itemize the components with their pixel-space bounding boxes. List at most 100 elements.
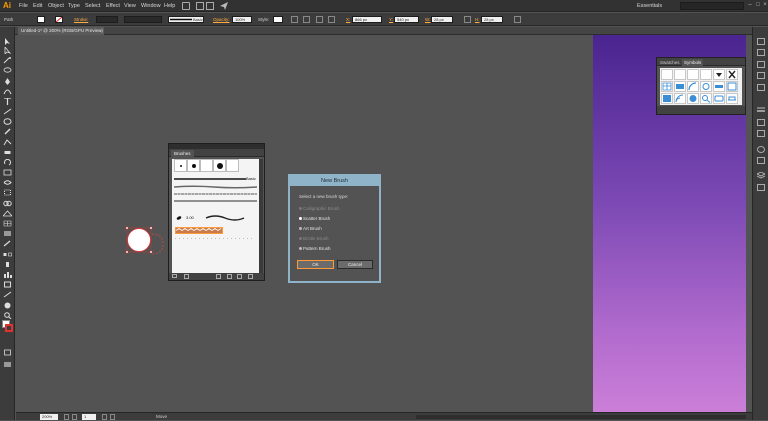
symbol-swatch[interactable] (713, 93, 725, 104)
color-panel-icon[interactable] (757, 38, 765, 45)
remove-brush-stroke-icon[interactable] (184, 274, 189, 279)
brush-dot-medium[interactable] (187, 159, 200, 172)
menu-select[interactable]: Select (85, 0, 100, 12)
dialog-title[interactable]: New Brush (290, 176, 379, 186)
blend-tool-icon[interactable] (3, 251, 12, 258)
scale-tool-icon[interactable] (3, 169, 12, 176)
layers-panel-icon[interactable] (756, 171, 766, 179)
tab-brushes[interactable]: Brushes (171, 150, 194, 157)
scatter-brush-radio[interactable] (299, 217, 302, 220)
color-guide-panel-icon[interactable] (757, 49, 765, 56)
eyedropper-tool-icon[interactable] (3, 240, 12, 247)
symbol-swatch[interactable] (674, 93, 686, 104)
perspective-grid-tool-icon[interactable] (2, 210, 13, 217)
h-field[interactable]: 28 px (481, 16, 503, 23)
artboard-tool-icon[interactable] (3, 281, 12, 288)
artboards-panel-icon[interactable] (757, 184, 765, 191)
fill-swatch[interactable] (37, 16, 45, 23)
zoom-field[interactable]: 200% (40, 414, 58, 420)
new-brush-icon[interactable] (237, 274, 242, 279)
close-icon[interactable]: × (761, 1, 768, 10)
menu-window[interactable]: Window (141, 0, 161, 12)
tab-close-icon[interactable]: × (99, 27, 102, 35)
screen-mode-icon[interactable] (3, 361, 12, 368)
brush-calligraphic-icon[interactable] (176, 215, 182, 221)
search-input[interactable] (680, 2, 744, 10)
graphic-style-swatch[interactable] (273, 16, 283, 23)
align-icon[interactable] (303, 16, 310, 23)
rotate-tool-icon[interactable] (3, 158, 12, 166)
minimize-icon[interactable]: – (746, 1, 754, 10)
transparency-panel-icon[interactable] (757, 130, 765, 137)
selected-circle-object[interactable] (125, 226, 165, 258)
menu-effect[interactable]: Effect (106, 0, 120, 12)
brush-dot-small[interactable] (174, 159, 187, 172)
menu-edit[interactable]: Edit (33, 0, 42, 12)
stock-icon[interactable] (196, 2, 204, 10)
menu-file[interactable]: File (19, 0, 28, 12)
brush-ink[interactable] (174, 192, 257, 196)
drawing-mode-icon[interactable] (3, 349, 12, 356)
symbols-panel-icon[interactable] (757, 84, 765, 91)
pen-tool-icon[interactable] (3, 78, 12, 85)
mesh-tool-icon[interactable] (3, 220, 12, 227)
graphic-styles-panel-icon[interactable] (757, 157, 765, 164)
first-artboard-icon[interactable] (64, 414, 69, 420)
paintbrush-tool-icon[interactable] (3, 128, 12, 135)
appearance-panel-icon[interactable] (757, 146, 765, 153)
opacity-field[interactable]: 100% (232, 16, 252, 23)
brush-pencil[interactable] (174, 199, 257, 203)
symbol-swatch[interactable] (687, 93, 699, 104)
art-brush-radio[interactable] (299, 227, 302, 230)
lasso-tool-icon[interactable] (3, 67, 12, 74)
brush-dot-large[interactable] (213, 159, 226, 172)
brush-pattern-selected[interactable] (175, 227, 223, 234)
brush-art-wave[interactable] (205, 214, 245, 222)
brush-libraries-menu-icon[interactable] (172, 274, 177, 278)
last-artboard-icon[interactable] (110, 414, 115, 420)
panel-menu-icon[interactable] (514, 16, 521, 23)
send-icon[interactable] (220, 2, 228, 10)
symbol-swatch[interactable] (713, 81, 725, 92)
brush-basic[interactable] (174, 176, 257, 182)
symbol-swatch[interactable] (726, 81, 738, 92)
scatter-brush-option[interactable]: Scatter Brush (303, 216, 330, 222)
recolor-icon[interactable] (291, 16, 298, 23)
symbol-swatch[interactable] (661, 93, 673, 104)
horizontal-scrollbar[interactable] (416, 415, 746, 419)
stroke-swatch[interactable] (55, 16, 63, 23)
direct-selection-tool-icon[interactable] (3, 45, 12, 55)
tab-swatches[interactable]: Swatches (658, 59, 682, 66)
symbol-swatch[interactable] (687, 69, 699, 80)
symbol-swatch[interactable] (726, 69, 738, 80)
shaper-tool-icon[interactable] (3, 139, 12, 146)
pattern-brush-radio[interactable] (299, 247, 302, 250)
x-field[interactable]: 866 px (352, 16, 382, 23)
free-transform-tool-icon[interactable] (3, 189, 12, 196)
menu-object[interactable]: Object (48, 0, 64, 12)
workspace-switcher[interactable]: Essentials (637, 0, 662, 12)
line-tool-icon[interactable] (3, 108, 12, 115)
artboard-number-field[interactable]: 1 (82, 414, 96, 420)
document-tab[interactable]: Untitled-1* @ 200% (RGB/GPU Preview) × (18, 27, 104, 35)
bridge-icon[interactable] (182, 2, 190, 10)
ok-button[interactable]: OK (297, 260, 334, 269)
symbol-swatch[interactable] (661, 81, 673, 92)
constrain-proportions-icon[interactable] (464, 16, 471, 23)
brush-dot-blank[interactable] (226, 159, 239, 172)
brushes-scrollbar[interactable] (259, 159, 263, 273)
opacity-label[interactable]: Opacity: (213, 13, 230, 26)
cancel-button[interactable]: Cancel (337, 260, 373, 269)
brush-options-icon[interactable] (227, 274, 232, 279)
brush-charcoal[interactable] (173, 185, 258, 189)
brush-dot-blank[interactable] (200, 159, 213, 172)
zoom-tool-icon[interactable] (3, 312, 12, 320)
pattern-brush-option[interactable]: Pattern Brush (303, 246, 331, 252)
brush-border-pattern[interactable] (175, 236, 252, 239)
symbol-swatch[interactable] (713, 69, 725, 80)
brushes-panel-icon[interactable] (757, 72, 765, 79)
symbol-swatch[interactable] (700, 81, 712, 92)
symbol-swatch[interactable] (700, 69, 712, 80)
shape-builder-tool-icon[interactable] (3, 200, 12, 207)
variable-width-select[interactable] (124, 16, 162, 23)
